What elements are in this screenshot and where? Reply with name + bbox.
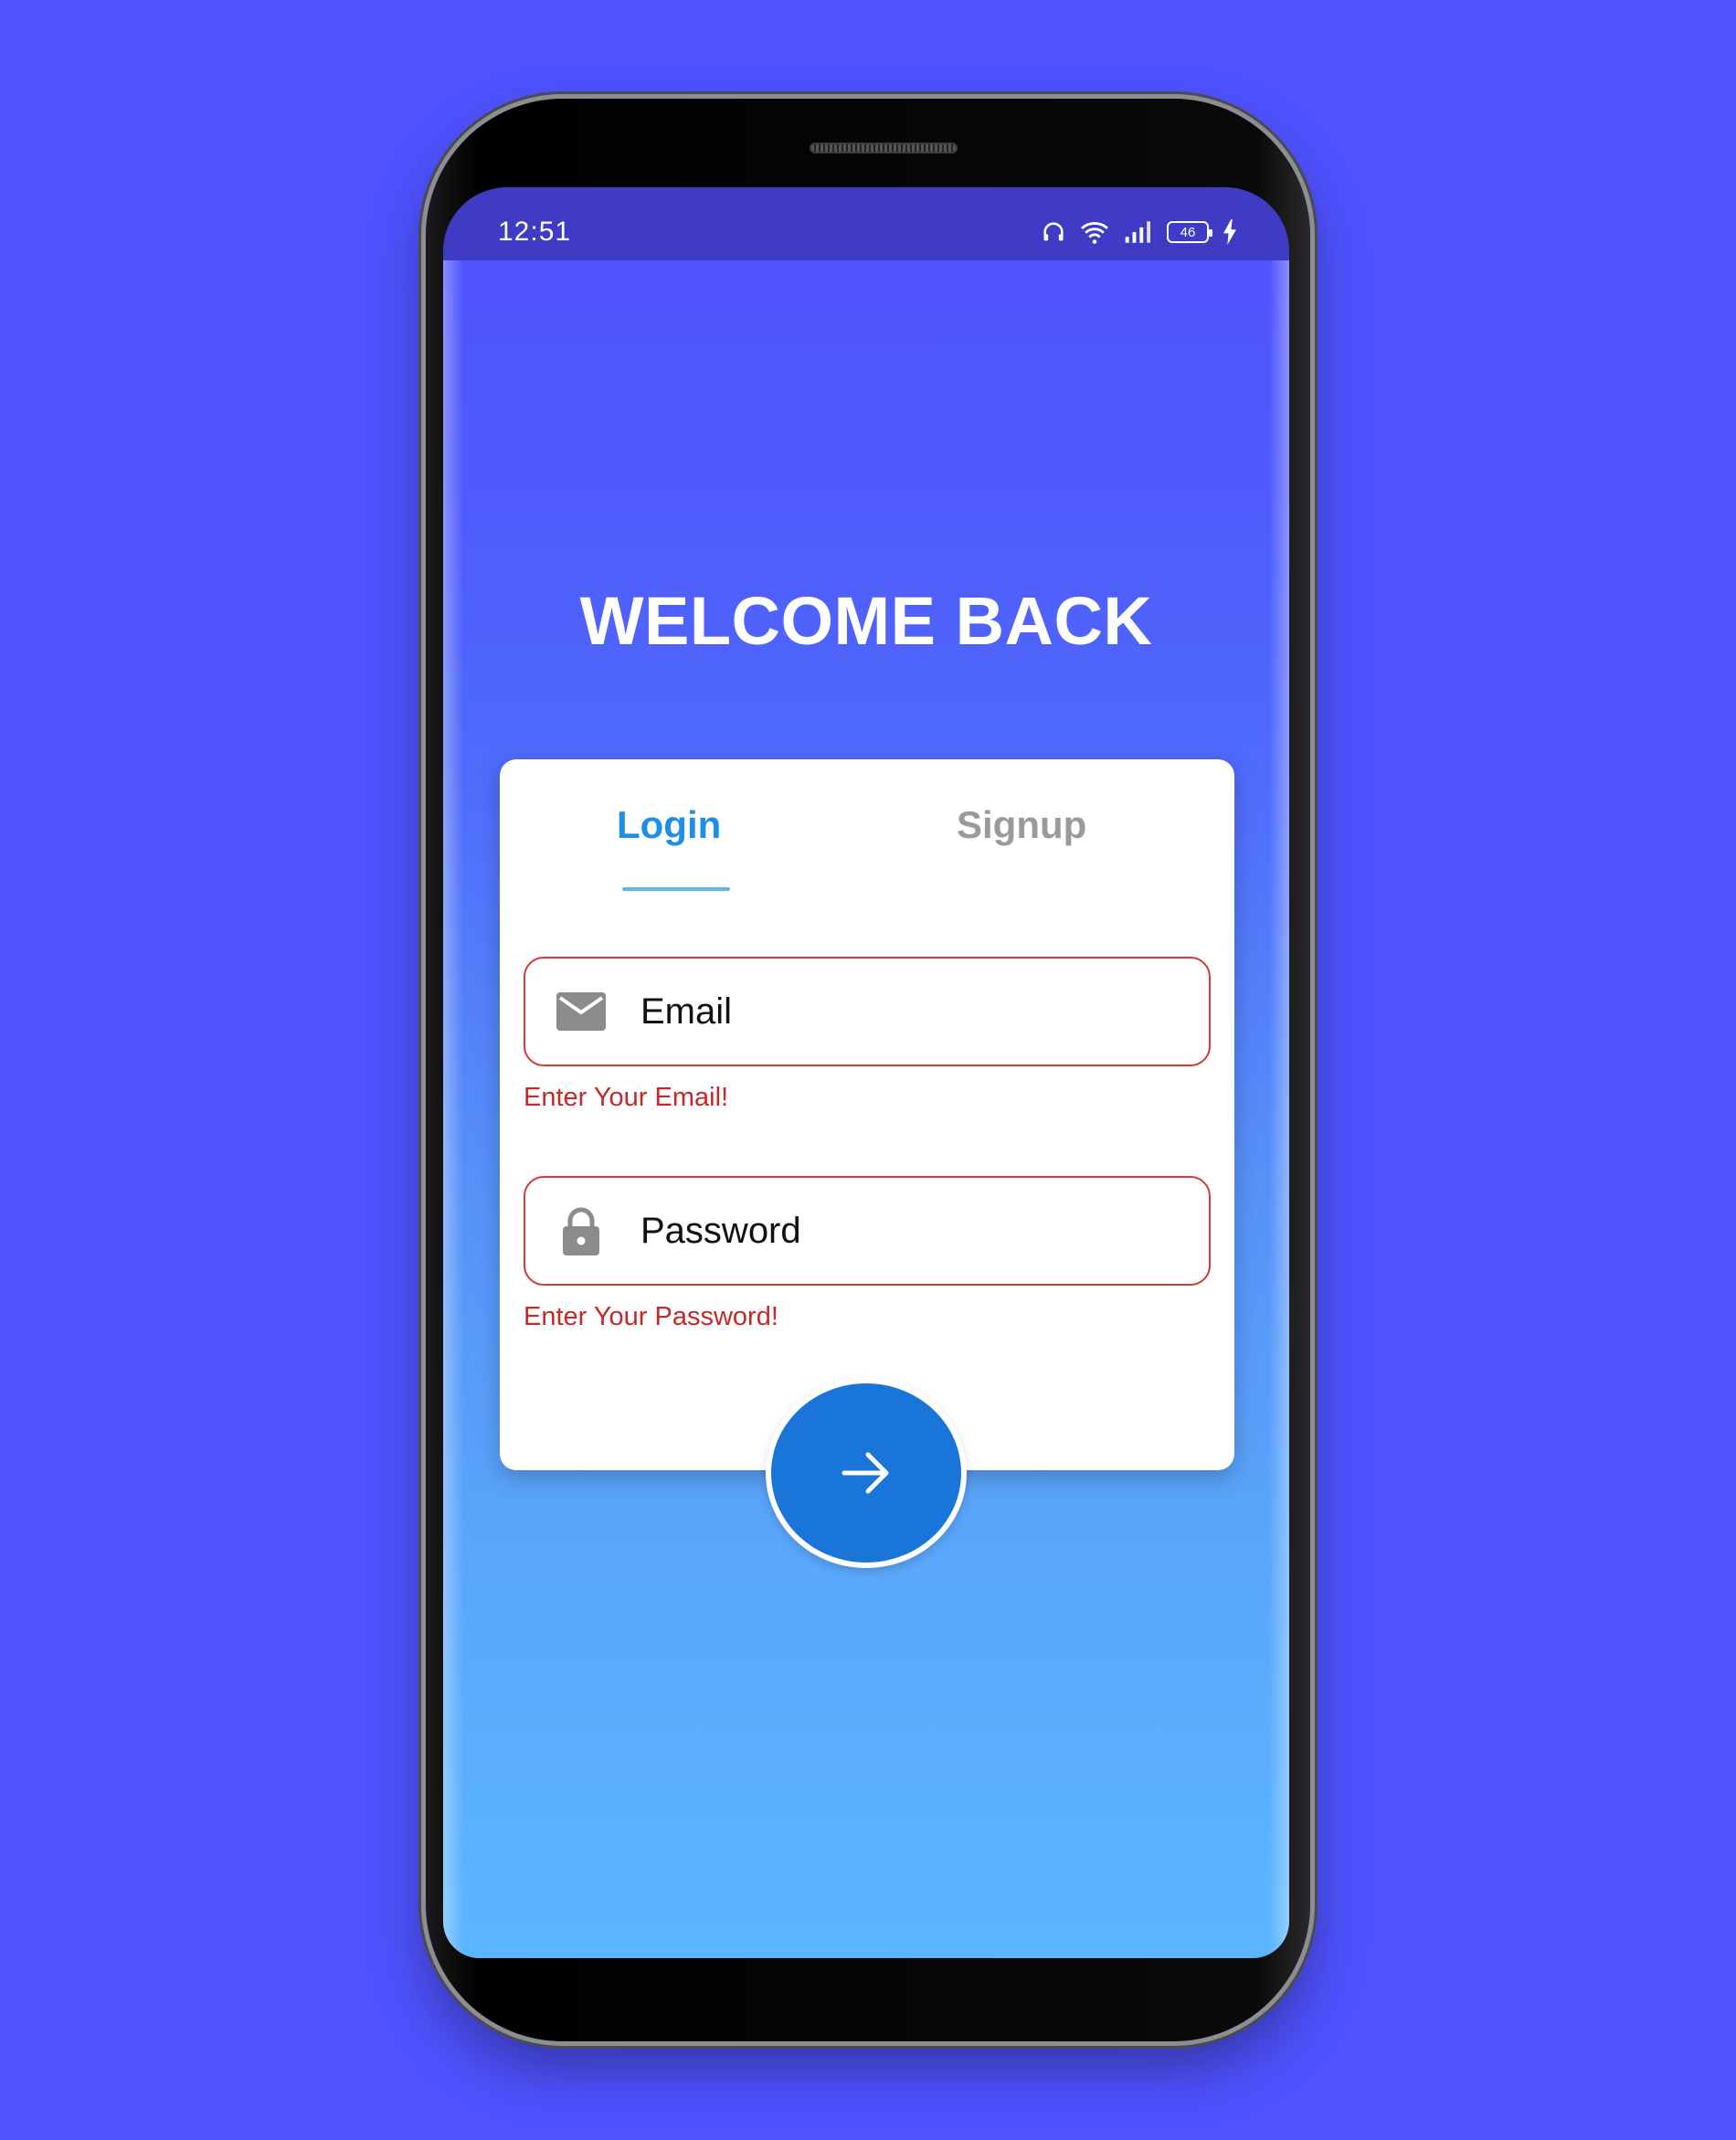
signal-icon [1125,221,1150,243]
email-field[interactable] [524,957,1211,1066]
password-input[interactable] [640,1210,1152,1252]
active-tab-indicator [622,887,730,891]
status-bar: 12:51 46 [443,187,1289,260]
page-background: 12:51 46 WELCOME BACK Login Signup Enter… [0,0,1736,2140]
arrow-right-icon [842,1452,889,1494]
lock-icon [556,1206,606,1255]
email-input[interactable] [640,991,1152,1033]
tab-signup[interactable]: Signup [957,803,1086,847]
tab-login[interactable]: Login [617,803,721,847]
phone-screen: 12:51 46 WELCOME BACK Login Signup Enter… [443,187,1289,1958]
mail-icon [556,987,606,1036]
headphones-icon [1043,222,1064,241]
charging-icon [1223,219,1236,245]
battery-level: 46 [1180,224,1196,240]
submit-button[interactable] [766,1378,967,1568]
status-time: 12:51 [498,217,572,247]
battery-icon: 46 [1167,221,1212,243]
welcome-title: WELCOME BACK [579,583,1153,659]
status-icons: 46 [1041,219,1238,245]
earpiece-speaker [810,143,958,154]
auth-card: Login Signup Enter Your Email! Enter You… [500,759,1234,1470]
password-field[interactable] [524,1176,1211,1286]
screen-bottom-bezel [443,1958,1289,1967]
wifi-icon [1081,222,1108,244]
password-error-message: Enter Your Password! [524,1302,778,1331]
email-error-message: Enter Your Email! [524,1083,729,1112]
